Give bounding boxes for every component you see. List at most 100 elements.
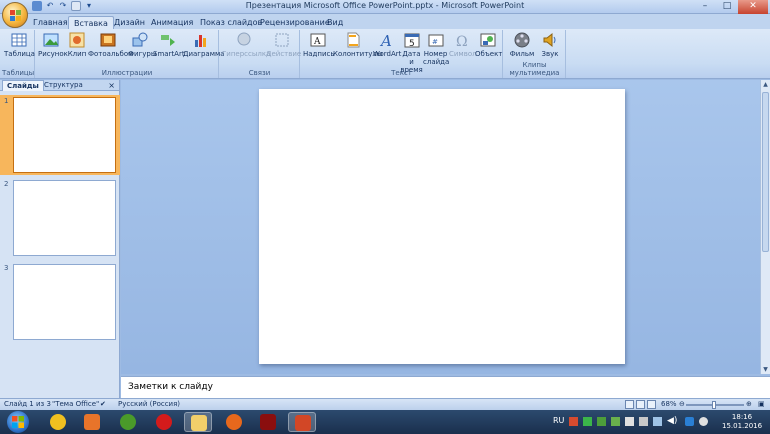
tab-view[interactable]: Вид <box>322 16 348 29</box>
spellcheck-icon[interactable]: ✔ <box>100 400 106 408</box>
media-player-icon <box>84 414 100 430</box>
normal-view-icon[interactable] <box>625 400 634 409</box>
tray-network-icon[interactable] <box>597 417 606 426</box>
hyperlink-button[interactable]: Гиперссылка <box>222 32 271 58</box>
zoom-level[interactable]: 68% <box>661 400 677 408</box>
taskbar-app-explorer[interactable] <box>184 412 212 432</box>
tray-battery-icon[interactable] <box>611 417 620 426</box>
minimize-button[interactable]: – <box>694 0 716 14</box>
picture-button[interactable]: Рисунок <box>38 32 68 58</box>
taskbar-app-aimp[interactable] <box>44 412 72 432</box>
tray-download-icon[interactable] <box>583 417 592 426</box>
table-icon <box>11 32 27 48</box>
shapes-button[interactable]: Фигуры <box>128 32 156 58</box>
taskbar-app-netflix[interactable] <box>254 412 282 432</box>
action-button[interactable]: Действие <box>266 32 301 58</box>
slide-thumbnail[interactable]: 2 <box>0 178 120 258</box>
language-status[interactable]: Русский (Россия) <box>118 400 180 408</box>
tab-insert[interactable]: Вставка <box>68 16 114 29</box>
slide-editor <box>121 80 760 374</box>
movie-button[interactable]: Фильм <box>508 32 536 58</box>
slide-number-icon: # <box>428 32 444 48</box>
svg-text:#: # <box>432 38 438 46</box>
taskbar-app-opera[interactable] <box>150 412 178 432</box>
fit-window-icon[interactable]: ▣ <box>758 400 765 408</box>
slide-number: 3 <box>4 264 9 272</box>
wordart-icon: A <box>379 32 395 48</box>
zoom-out-icon[interactable]: ⊖ <box>679 400 685 408</box>
svg-text:Ω: Ω <box>456 34 468 48</box>
slide-thumbnail[interactable]: 3 <box>0 262 120 342</box>
picture-label: Рисунок <box>38 50 68 58</box>
taskbar-app-media-player[interactable] <box>78 412 106 432</box>
shapes-icon <box>132 32 148 48</box>
vertical-scrollbar[interactable]: ▲ ▼ <box>760 80 770 374</box>
taskbar-app-powerpoint[interactable] <box>288 412 316 432</box>
status-bar: Слайд 1 из 3 "Тема Office" ✔ Русский (Ро… <box>0 398 770 410</box>
slides-pane: Слайды Структура × 1 2 3 <box>0 80 120 398</box>
title-bar: ↶ ↷ ▾ Презентация Microsoft Office Power… <box>0 0 770 14</box>
current-slide[interactable] <box>259 89 625 364</box>
tray-app-icon[interactable] <box>569 417 578 426</box>
sorter-view-icon[interactable] <box>636 400 645 409</box>
tray-clock-sync-icon[interactable] <box>699 417 708 426</box>
photo-album-icon <box>100 32 116 48</box>
zoom-slider-knob[interactable] <box>712 401 716 409</box>
group-media: Фильм Звук Клипы мультимедиа <box>504 30 566 78</box>
datetime-label-1: Дата и <box>402 50 421 66</box>
object-button[interactable]: Объект <box>475 32 502 58</box>
tray-bluetooth-icon[interactable] <box>685 417 694 426</box>
table-label: Таблица <box>4 50 35 58</box>
start-button[interactable] <box>7 411 29 433</box>
system-clock[interactable]: 18:16 15.01.2016 <box>722 413 762 431</box>
clip-button[interactable]: Клип <box>67 32 87 58</box>
slide-number-label-1: Номер <box>423 50 448 58</box>
omega-icon: Ω <box>454 32 470 48</box>
zoom-in-icon[interactable]: ⊕ <box>746 400 752 408</box>
tray-printer-icon[interactable] <box>639 417 648 426</box>
tab-outline[interactable]: Структура <box>40 80 87 91</box>
hyperlink-label: Гиперссылка <box>222 50 271 58</box>
maximize-button[interactable]: □ <box>716 0 738 14</box>
tab-slides[interactable]: Слайды <box>2 80 44 91</box>
textbox-button[interactable]: A Надпись <box>303 32 335 58</box>
taskbar-app-firefox[interactable] <box>220 412 248 432</box>
warning-triangle-icon <box>50 414 66 430</box>
clip-label: Клип <box>67 50 87 58</box>
slide-preview <box>13 97 116 173</box>
scrollbar-thumb[interactable] <box>762 92 769 252</box>
tab-design[interactable]: Дизайн <box>109 16 150 29</box>
group-text: A Надпись Колонтитулы A WordArt 5 Дата и… <box>301 30 503 78</box>
input-language[interactable]: RU <box>553 416 564 425</box>
symbol-button[interactable]: Ω Символ <box>449 32 477 58</box>
svg-text:5: 5 <box>409 39 415 48</box>
chart-button[interactable]: Диаграмма <box>183 32 225 58</box>
volume-icon[interactable]: ◀) <box>667 416 677 426</box>
slide-number-button[interactable]: # Номер слайда <box>423 32 449 66</box>
opera-icon <box>156 414 172 430</box>
wordart-button[interactable]: A WordArt <box>373 32 401 58</box>
smartart-button[interactable]: SmartArt <box>153 32 185 58</box>
slideshow-view-icon[interactable] <box>647 400 656 409</box>
tab-animation[interactable]: Анимация <box>146 16 198 29</box>
office-button[interactable] <box>2 2 28 28</box>
datetime-button[interactable]: 5 Дата и время <box>400 32 423 74</box>
smartart-icon <box>160 32 176 48</box>
tab-home[interactable]: Главная <box>28 16 73 29</box>
sound-button[interactable]: Звук <box>537 32 563 58</box>
group-links: Гиперссылка Действие Связи <box>220 30 301 78</box>
pane-close-icon[interactable]: × <box>108 80 115 91</box>
scroll-down-icon[interactable]: ▼ <box>761 365 770 374</box>
close-button[interactable]: ✕ <box>738 0 768 14</box>
windows-logo-icon <box>12 416 24 428</box>
slide-thumbnail[interactable]: 1 <box>0 95 120 175</box>
tray-network-status-icon[interactable] <box>653 417 662 426</box>
taskbar-app-utorrent[interactable] <box>114 412 142 432</box>
tray-flag-icon[interactable] <box>625 417 634 426</box>
group-label-links: Связи <box>248 69 271 77</box>
photo-album-button[interactable]: Фотоальбом <box>88 32 133 58</box>
scroll-up-icon[interactable]: ▲ <box>761 80 770 89</box>
header-footer-button[interactable]: Колонтитулы <box>333 32 382 58</box>
notes-pane[interactable]: Заметки к слайду <box>121 376 770 398</box>
table-button[interactable]: Таблица <box>4 32 35 58</box>
